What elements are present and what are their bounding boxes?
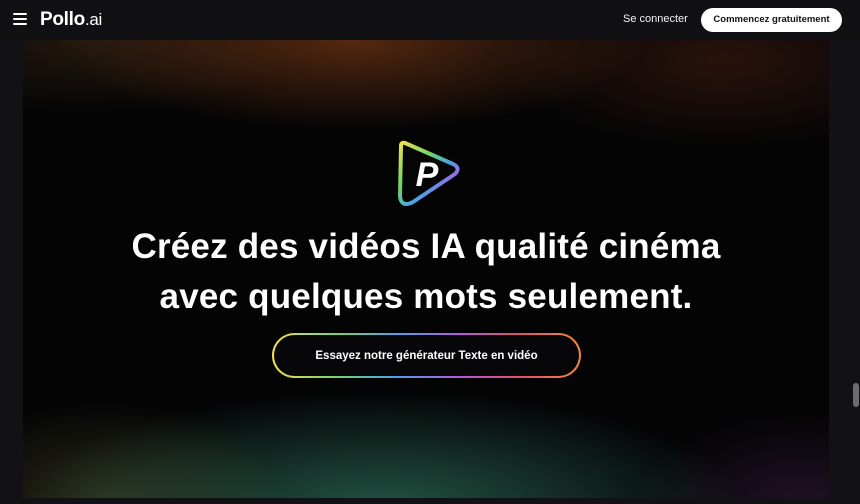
start-free-button[interactable]: Commencez gratuitement — [701, 8, 842, 32]
pollo-logo[interactable]: Pollo.ai — [40, 9, 102, 31]
try-text-to-video-button[interactable]: Essayez notre générateur Texte en vidéo — [272, 333, 581, 378]
headline-line-2: avec quelques mots seulement. — [159, 277, 693, 316]
headline-line-1: Créez des vidéos IA qualité cinéma — [131, 227, 721, 266]
hero-section: P Créez des vidéos IA qualité cinéma ave… — [23, 40, 829, 498]
hamburger-menu-icon[interactable] — [13, 13, 27, 25]
try-text-to-video-label: Essayez notre générateur Texte en vidéo — [274, 335, 579, 376]
top-navbar: Pollo.ai Se connecter Commencez gratuite… — [0, 0, 860, 40]
brand-letter: P — [416, 156, 439, 194]
pollo-play-logo-icon: P — [398, 140, 460, 206]
browser-viewport: Pollo.ai Se connecter Commencez gratuite… — [0, 0, 860, 504]
scrollbar-thumb[interactable] — [853, 383, 859, 407]
page-scrollbar[interactable] — [846, 40, 860, 504]
signin-link[interactable]: Se connecter — [623, 12, 688, 26]
logo-main-text: Pollo — [40, 9, 85, 30]
logo-suffix-text: .ai — [84, 10, 103, 29]
hero-headline: Créez des vidéos IA qualité cinéma avec … — [23, 222, 829, 322]
